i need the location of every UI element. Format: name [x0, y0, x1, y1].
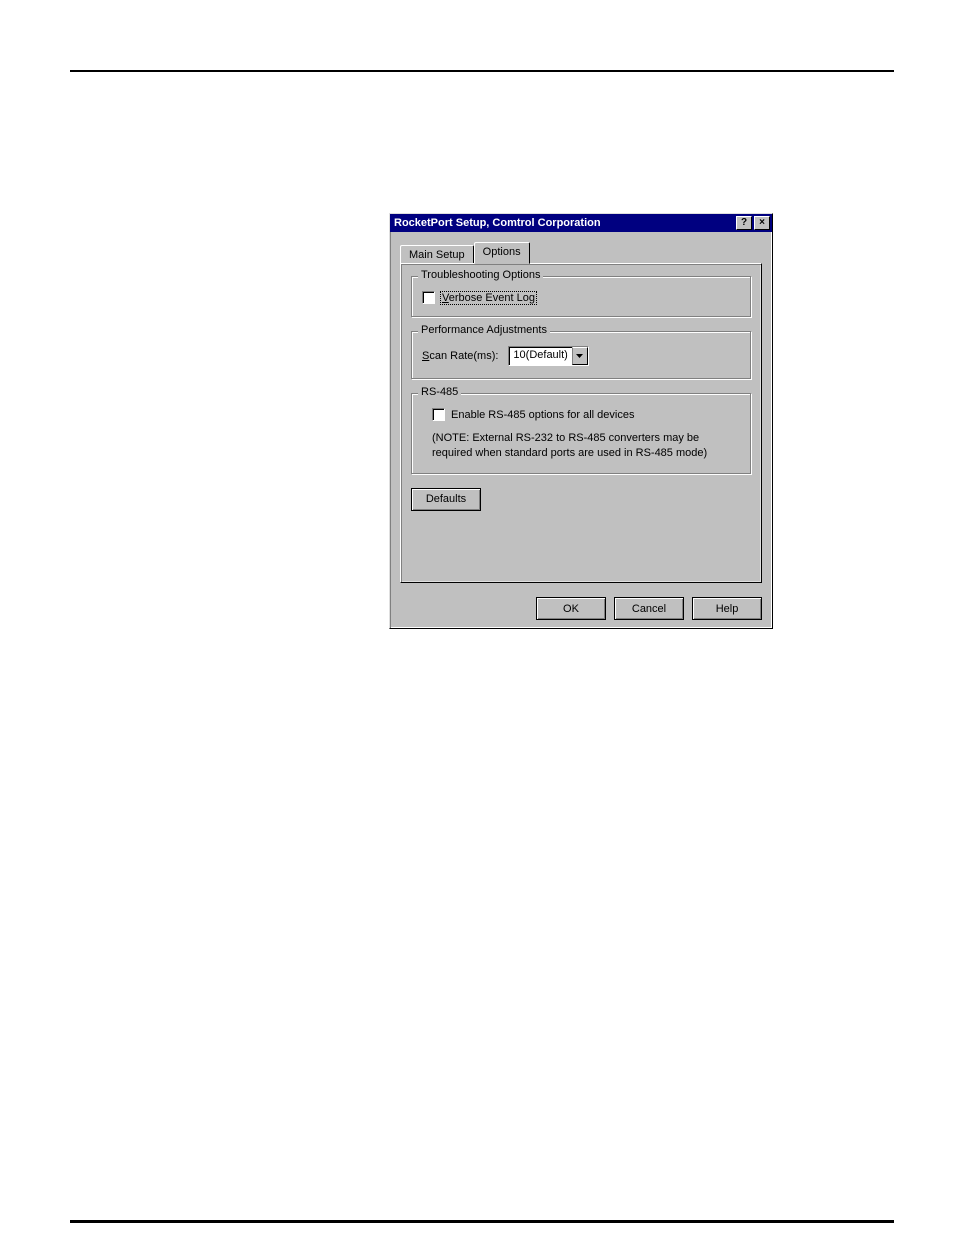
group-performance-legend: Performance Adjustments	[418, 324, 550, 336]
chevron-down-icon[interactable]	[572, 347, 588, 365]
dialog-rocketport-setup: RocketPort Setup, Comtrol Corporation ? …	[389, 213, 773, 629]
titlebar: RocketPort Setup, Comtrol Corporation ? …	[390, 214, 772, 232]
checkbox-verbose-event-log-label: VVerbose Event Logerbose Event Log	[441, 292, 536, 304]
group-troubleshooting: Troubleshooting Options VVerbose Event L…	[411, 276, 751, 317]
checkbox-verbose-event-log[interactable]	[422, 291, 435, 304]
close-icon[interactable]: ×	[754, 216, 770, 230]
page-rule-bottom	[70, 1220, 894, 1223]
help-icon[interactable]: ?	[736, 216, 752, 230]
dialog-button-row: OK Cancel Help	[390, 591, 772, 628]
ok-button[interactable]: OK	[536, 597, 606, 620]
group-troubleshooting-legend: Troubleshooting Options	[418, 269, 543, 281]
defaults-button[interactable]: Defaults	[411, 488, 481, 511]
window-title: RocketPort Setup, Comtrol Corporation	[394, 217, 734, 229]
tab-options-label: Options	[483, 246, 521, 258]
scan-rate-select[interactable]: 10(Default)	[508, 346, 588, 366]
page-rule-top	[70, 70, 894, 72]
group-rs485-legend: RS-485	[418, 386, 461, 398]
rs485-note: (NOTE: External RS-232 to RS-485 convert…	[432, 431, 740, 461]
tabstrip: Main Setup Options	[400, 242, 762, 263]
cancel-button[interactable]: Cancel	[614, 597, 684, 620]
checkbox-enable-rs485[interactable]	[432, 408, 445, 421]
tab-main-setup[interactable]: Main Setup	[400, 245, 474, 263]
group-performance: Performance Adjustments Scan Rate(ms):Sc…	[411, 331, 751, 379]
dialog-client-area: Main Setup Options Troubleshooting Optio…	[390, 232, 772, 591]
help-button[interactable]: Help	[692, 597, 762, 620]
scan-rate-value: 10(Default)	[509, 347, 571, 365]
checkbox-enable-rs485-label: Enable RS-485 options for all devices	[451, 409, 634, 421]
tab-main-setup-label: Main Setup	[409, 249, 465, 261]
tab-panel-options: Troubleshooting Options VVerbose Event L…	[400, 263, 762, 583]
group-rs485: RS-485 Enable RS-485 options for all dev…	[411, 393, 751, 474]
tab-options[interactable]: Options	[474, 242, 530, 264]
scan-rate-label: Scan Rate(ms):Scan Rate(ms):	[422, 350, 498, 362]
